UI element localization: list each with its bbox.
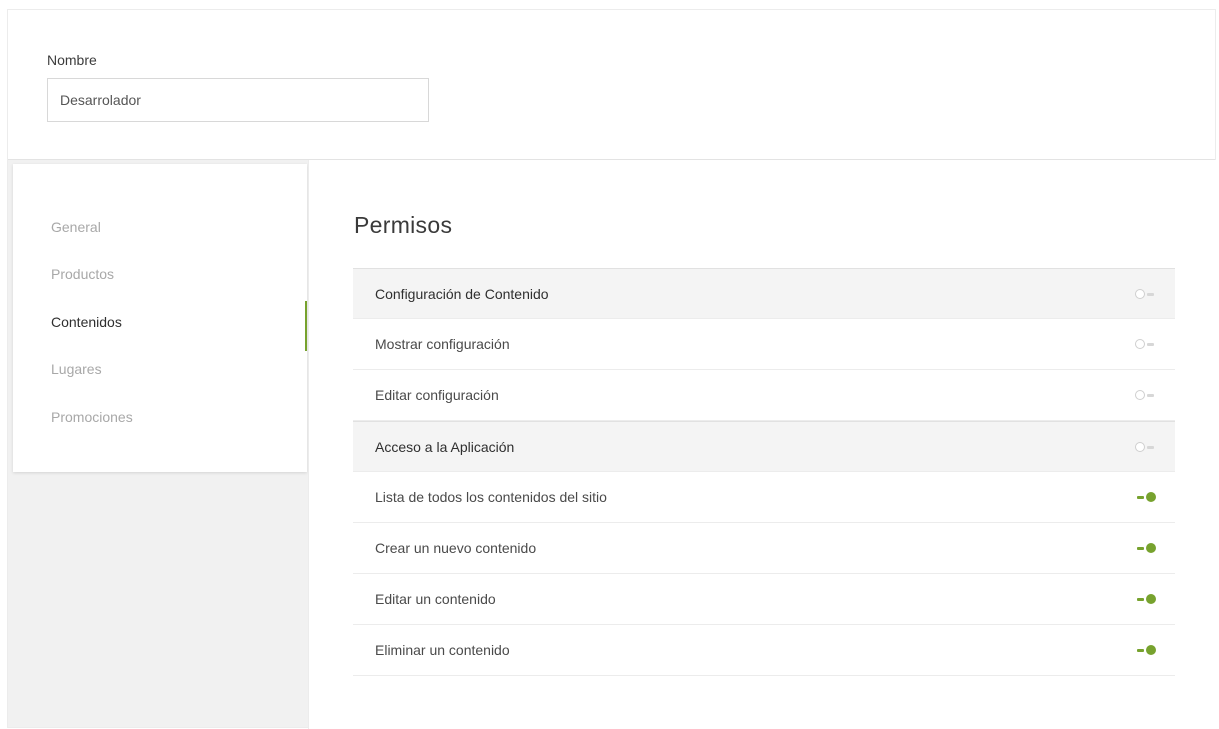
toggle-on-icon[interactable] [1135,644,1157,656]
permission-label: Eliminar un contenido [375,642,510,658]
permission-label: Crear un nuevo contenido [375,540,537,556]
permission-label: Lista de todos los contenidos del sitio [375,489,607,505]
name-label: Nombre [47,52,97,68]
sidebar-item-contenidos[interactable]: Contenidos [51,314,122,330]
permissions-panel: Permisos Configuración de Contenido Most… [308,160,1217,729]
toggle-off-icon[interactable] [1135,441,1157,453]
name-input[interactable] [47,78,429,122]
permission-row: Editar configuración [353,370,1175,421]
sidebar-active-indicator [305,301,307,351]
permission-label: Mostrar configuración [375,336,510,352]
permission-row: Lista de todos los contenidos del sitio [353,472,1175,523]
toggle-on-icon[interactable] [1135,542,1157,554]
app-frame: Nombre General Productos Contenidos Luga… [7,9,1217,729]
sidebar: General Productos Contenidos Lugares Pro… [13,164,307,472]
sidebar-item-general[interactable]: General [51,219,101,235]
permission-row: Editar un contenido [353,574,1175,625]
permission-group-label: Acceso a la Aplicación [375,439,515,455]
permission-row: Crear un nuevo contenido [353,523,1175,574]
permission-row: Mostrar configuración [353,319,1175,370]
toggle-on-icon[interactable] [1135,593,1157,605]
permission-group-row: Acceso a la Aplicación [353,421,1175,472]
toggle-off-icon[interactable] [1135,288,1157,300]
toggle-off-icon[interactable] [1135,389,1157,401]
toggle-on-icon[interactable] [1135,491,1157,503]
permission-group-label: Configuración de Contenido [375,286,549,302]
permission-group-row: Configuración de Contenido [353,268,1175,319]
sidebar-item-lugares[interactable]: Lugares [51,361,102,377]
sidebar-item-promociones[interactable]: Promociones [51,409,133,425]
permission-label: Editar configuración [375,387,499,403]
permissions-list: Configuración de Contenido Mostrar confi… [353,268,1175,676]
page-title: Permisos [354,212,453,238]
permission-row: Eliminar un contenido [353,625,1175,676]
sidebar-item-productos[interactable]: Productos [51,266,114,282]
permission-label: Editar un contenido [375,591,496,607]
toggle-off-icon[interactable] [1135,338,1157,350]
name-header: Nombre [8,10,1215,160]
